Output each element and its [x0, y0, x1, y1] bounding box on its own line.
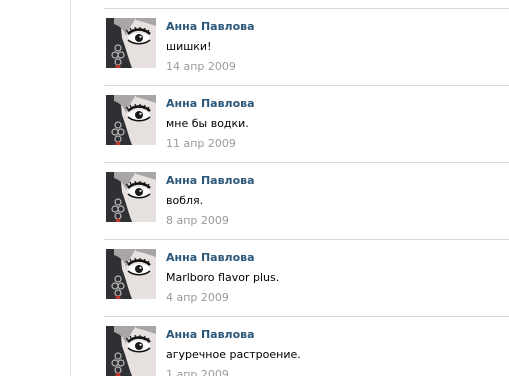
post-text: вобля. [166, 194, 204, 207]
user-avatar-icon[interactable] [106, 172, 156, 222]
left-column-divider [70, 0, 71, 376]
post-text: мне бы водки. [166, 117, 249, 130]
post-date: 11 апр 2009 [166, 137, 236, 150]
post-date: 1 апр 2009 [166, 368, 229, 376]
post-author-link[interactable]: Анна Павлова [166, 20, 255, 33]
user-avatar-icon[interactable] [106, 249, 156, 299]
post-date: 8 апр 2009 [166, 214, 229, 227]
wall-post: Анна Павлова мне бы водки. 11 апр 2009 [104, 86, 509, 163]
post-author-link[interactable]: Анна Павлова [166, 174, 255, 187]
wall-post: Анна Павлова агуречное растроение. 1 апр… [104, 317, 509, 376]
user-avatar-icon[interactable] [106, 95, 156, 145]
wall-feed: Анна Павлова шишки! 14 апр 2009 Анна Пав… [104, 9, 509, 376]
post-author-link[interactable]: Анна Павлова [166, 251, 255, 264]
wall-post: Анна Павлова Marlboro flavor plus. 4 апр… [104, 240, 509, 317]
post-author-link[interactable]: Анна Павлова [166, 328, 255, 341]
post-text: шишки! [166, 40, 212, 53]
wall-post: Анна Павлова шишки! 14 апр 2009 [104, 9, 509, 86]
user-avatar-icon[interactable] [106, 18, 156, 68]
post-text: Marlboro flavor plus. [166, 271, 280, 284]
user-avatar-icon[interactable] [106, 326, 156, 376]
post-date: 14 апр 2009 [166, 60, 236, 73]
post-text: агуречное растроение. [166, 348, 301, 361]
post-author-link[interactable]: Анна Павлова [166, 97, 255, 110]
wall-page: Анна Павлова шишки! 14 апр 2009 Анна Пав… [0, 0, 509, 376]
wall-post: Анна Павлова вобля. 8 апр 2009 [104, 163, 509, 240]
post-date: 4 апр 2009 [166, 291, 229, 304]
